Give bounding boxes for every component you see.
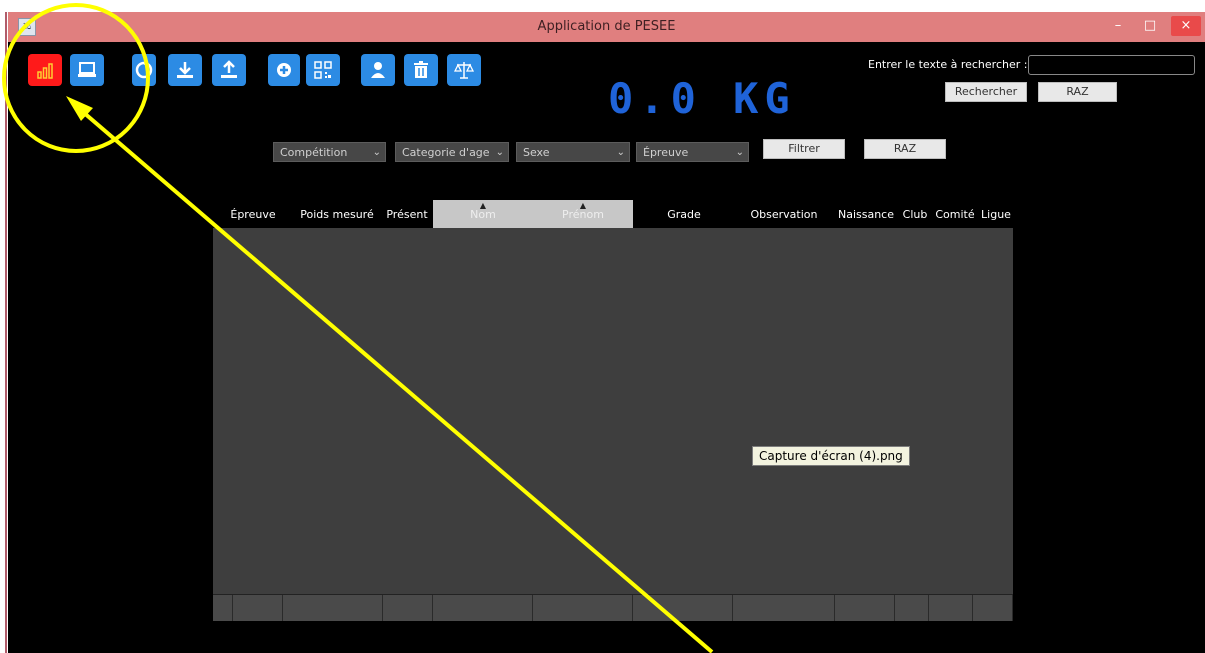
age-category-dropdown-value: Categorie d'age bbox=[402, 146, 490, 159]
app-window: ⚖ Application de PESEE – □ × 0.0 KG Entr… bbox=[8, 12, 1205, 653]
refresh-button[interactable] bbox=[132, 54, 156, 86]
age-category-dropdown[interactable]: Categorie d'age ⌄ bbox=[395, 142, 509, 162]
column-header-prenom[interactable]: ▲ Prénom bbox=[533, 200, 633, 228]
upload-button[interactable] bbox=[212, 54, 246, 86]
sort-asc-icon: ▲ bbox=[579, 201, 587, 210]
column-header-ligue[interactable]: Ligue bbox=[979, 200, 1013, 228]
left-window-edge bbox=[0, 12, 8, 653]
column-header-club[interactable]: Club bbox=[899, 200, 931, 228]
refresh-icon bbox=[135, 61, 153, 79]
event-dropdown[interactable]: Épreuve ⌄ bbox=[636, 142, 749, 162]
column-header-poids-mesure[interactable]: Poids mesuré bbox=[293, 200, 381, 228]
column-header-epreuve[interactable]: Épreuve bbox=[213, 200, 293, 228]
column-header-grade[interactable]: Grade bbox=[633, 200, 735, 228]
qr-code-icon bbox=[314, 61, 332, 79]
scale-icon bbox=[453, 62, 475, 79]
sex-dropdown[interactable]: Sexe ⌄ bbox=[516, 142, 630, 162]
close-button[interactable]: × bbox=[1171, 16, 1201, 36]
weight-display: 0.0 KG bbox=[608, 74, 796, 123]
search-button[interactable]: Rechercher bbox=[945, 82, 1027, 102]
statistics-button[interactable] bbox=[28, 54, 62, 86]
bar-chart-icon bbox=[37, 63, 53, 79]
sort-asc-icon: ▲ bbox=[479, 201, 487, 210]
table-header: Épreuve Poids mesuré Présent ▲ Nom ▲ Préno… bbox=[213, 200, 1013, 228]
event-dropdown-value: Épreuve bbox=[643, 146, 689, 159]
maximize-button[interactable]: □ bbox=[1138, 16, 1162, 36]
qr-code-button[interactable] bbox=[306, 54, 340, 86]
user-icon bbox=[371, 62, 385, 78]
window-title: Application de PESEE bbox=[537, 19, 676, 34]
search-input[interactable] bbox=[1028, 55, 1195, 75]
title-bar[interactable]: ⚖ Application de PESEE – □ × bbox=[8, 12, 1205, 42]
column-header-present[interactable]: Présent bbox=[381, 200, 433, 228]
download-icon bbox=[177, 62, 193, 78]
laptop-icon bbox=[78, 62, 96, 77]
file-tooltip: Capture d'écran (4).png bbox=[752, 446, 910, 466]
chevron-down-icon: ⌄ bbox=[735, 147, 744, 158]
sex-dropdown-value: Sexe bbox=[523, 146, 550, 159]
chevron-down-icon: ⌄ bbox=[372, 147, 381, 158]
column-header-observation[interactable]: Observation bbox=[735, 200, 833, 228]
computer-button[interactable] bbox=[70, 54, 104, 86]
competition-dropdown[interactable]: Compétition ⌄ bbox=[273, 142, 386, 162]
add-circle-icon bbox=[277, 63, 291, 77]
table-footer bbox=[213, 594, 1013, 621]
trash-icon bbox=[414, 61, 428, 78]
column-header-naissance[interactable]: Naissance bbox=[833, 200, 899, 228]
minimize-button[interactable]: – bbox=[1106, 16, 1130, 36]
download-button[interactable] bbox=[168, 54, 202, 86]
filter-reset-button[interactable]: RAZ bbox=[864, 139, 946, 159]
competition-dropdown-value: Compétition bbox=[280, 146, 348, 159]
weighing-table[interactable]: Épreuve Poids mesuré Présent ▲ Nom ▲ Préno… bbox=[213, 200, 1013, 621]
chevron-down-icon: ⌄ bbox=[495, 147, 504, 158]
user-button[interactable] bbox=[361, 54, 395, 86]
filter-button[interactable]: Filtrer bbox=[763, 139, 845, 159]
delete-button[interactable] bbox=[404, 54, 438, 86]
chevron-down-icon: ⌄ bbox=[616, 147, 625, 158]
search-reset-button[interactable]: RAZ bbox=[1038, 82, 1117, 102]
upload-icon bbox=[221, 60, 237, 78]
column-header-nom[interactable]: ▲ Nom bbox=[433, 200, 533, 228]
column-header-comite[interactable]: Comité bbox=[931, 200, 979, 228]
search-label: Entrer le texte à rechercher : bbox=[868, 58, 1028, 71]
add-button[interactable] bbox=[268, 54, 300, 86]
weigh-button[interactable] bbox=[447, 54, 481, 86]
